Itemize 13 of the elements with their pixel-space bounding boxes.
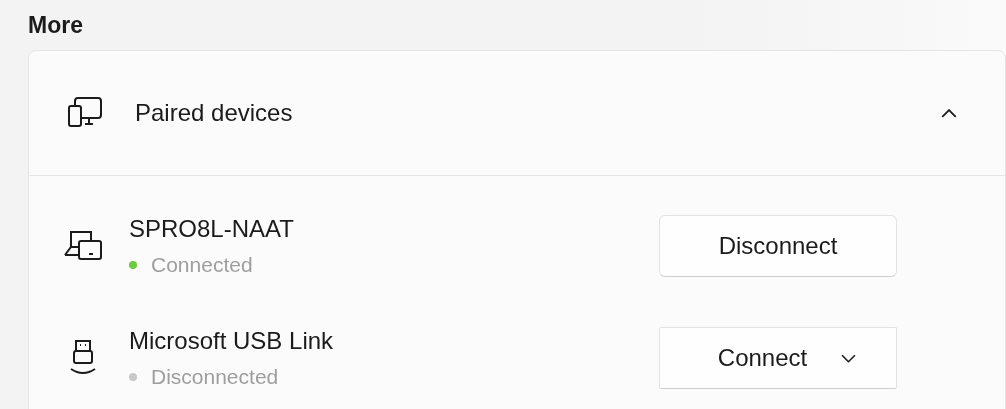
laptop-icon [63,229,103,263]
chevron-icon [941,108,957,118]
disconnect-button[interactable]: Disconnect [659,215,897,277]
section-title: More [28,12,84,40]
device-name: Microsoft USB Link [129,327,335,355]
caret-icon [841,353,857,363]
device-name: SPRO8L-NAAT [129,215,295,243]
devices-icon [67,96,103,130]
connect-button[interactable]: Connect [659,327,897,389]
device-status: Connected [151,253,253,277]
group-title: Paired devices [135,99,294,127]
group-header[interactable]: Paired devices [29,51,1005,176]
device-status: Disconnected [151,365,279,389]
